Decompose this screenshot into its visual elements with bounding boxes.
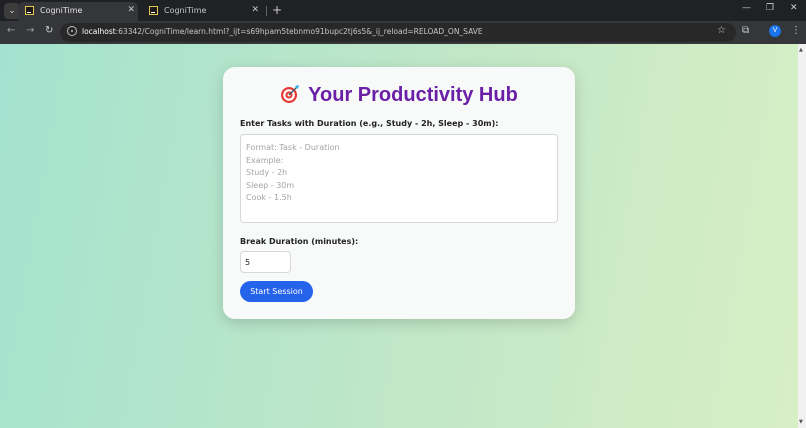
favicon-icon	[149, 6, 158, 15]
close-icon[interactable]: ✕	[127, 2, 135, 19]
tab-cognitime[interactable]: CogniTime ✕	[142, 2, 262, 21]
page-title: Your Productivity Hub	[223, 84, 575, 107]
tab-cognitime-active[interactable]: CogniTime ✕	[18, 2, 138, 21]
target-icon	[281, 85, 300, 103]
scrollbar[interactable]: ▲ ▼	[798, 44, 806, 428]
scroll-up-icon[interactable]: ▲	[799, 47, 803, 53]
productivity-card: Your Productivity Hub Enter Tasks with D…	[223, 67, 575, 319]
star-icon[interactable]: ☆	[717, 25, 726, 36]
kebab-menu-icon[interactable]: ⋮	[791, 25, 801, 36]
tab-separator	[266, 6, 267, 16]
tab-title: CogniTime	[40, 6, 83, 15]
tab-strip: ⌄ CogniTime ✕ CogniTime ✕ + — ❐ ✕	[0, 0, 806, 21]
back-arrow-icon[interactable]: ←	[7, 25, 15, 36]
forward-arrow-icon[interactable]: →	[26, 25, 34, 36]
favicon-icon	[25, 6, 34, 15]
address-bar[interactable]: localhost:63342/CogniTime/learn.html?_ij…	[60, 23, 736, 42]
close-icon[interactable]: ✕	[251, 2, 259, 19]
tab-title: CogniTime	[164, 6, 207, 15]
scroll-down-icon[interactable]: ▼	[799, 419, 803, 425]
break-duration-input[interactable]	[240, 251, 291, 273]
url-text: localhost:63342/CogniTime/learn.html?_ij…	[82, 27, 483, 36]
close-window-icon[interactable]: ✕	[790, 3, 798, 13]
avatar[interactable]: V	[769, 25, 781, 37]
puzzle-icon[interactable]: ⧉	[742, 25, 749, 36]
minimize-icon[interactable]: —	[742, 3, 751, 13]
restore-icon[interactable]: ❐	[766, 3, 774, 13]
title-text: Your Productivity Hub	[308, 84, 518, 106]
break-duration-label: Break Duration (minutes):	[240, 237, 359, 246]
site-info-icon[interactable]	[67, 26, 77, 36]
page-viewport: Your Productivity Hub Enter Tasks with D…	[0, 44, 798, 428]
plus-icon[interactable]: +	[272, 2, 282, 19]
tasks-textarea[interactable]	[240, 134, 558, 223]
browser-toolbar: ← → ↻ localhost:63342/CogniTime/learn.ht…	[0, 21, 806, 44]
reload-icon[interactable]: ↻	[45, 25, 53, 36]
start-session-button[interactable]: Start Session	[240, 281, 313, 302]
tasks-label: Enter Tasks with Duration (e.g., Study -…	[240, 119, 499, 128]
